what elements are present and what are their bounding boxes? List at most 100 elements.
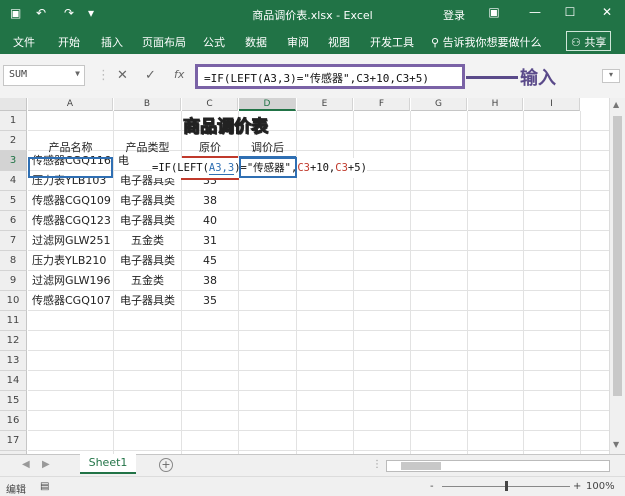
chevron-down-icon[interactable]: ▼	[75, 69, 80, 78]
cell-original-price[interactable]: 38	[182, 191, 238, 211]
zoom-slider-thumb[interactable]	[505, 481, 508, 491]
cell-product-type[interactable]: 电子器具类	[114, 291, 181, 311]
scroll-up-icon[interactable]: ▲	[613, 100, 619, 109]
maximize-icon[interactable]: ☐	[560, 5, 580, 19]
tab-page-layout[interactable]: 页面布局	[142, 34, 186, 50]
title-bar: ▣ ↶ ↷ ▾ 商品调价表.xlsx - Excel 登录 ▣ — ☐ ✕	[0, 0, 625, 28]
cell-original-price[interactable]: 31	[182, 231, 238, 251]
row-header-15[interactable]: 15	[0, 391, 27, 411]
cell-product-name[interactable]: 传感器CGQ123	[32, 211, 113, 231]
column-header-a[interactable]: A	[28, 98, 113, 111]
row-header-6[interactable]: 6	[0, 211, 27, 231]
column-header-i[interactable]: I	[524, 98, 580, 111]
callout-line	[466, 76, 518, 79]
prev-sheet-icon[interactable]: ◀	[22, 459, 30, 470]
column-header-e[interactable]: E	[297, 98, 353, 111]
cell-product-type[interactable]: 五金类	[114, 271, 181, 291]
scroll-down-icon[interactable]: ▼	[613, 440, 619, 449]
row-header-5[interactable]: 5	[0, 191, 27, 211]
cell-adjusted-price[interactable]	[239, 231, 296, 251]
cell-product-name[interactable]: 传感器CGQ109	[32, 191, 113, 211]
tab-formulas[interactable]: 公式	[203, 34, 225, 50]
vertical-scroll-thumb[interactable]	[613, 116, 622, 396]
cell-product-type[interactable]: 电子器具类	[114, 191, 181, 211]
row-header-13[interactable]: 13	[0, 351, 27, 371]
expand-formula-icon[interactable]: ▾	[602, 69, 620, 83]
cancel-icon[interactable]: ✕	[117, 68, 128, 83]
cell-product-name[interactable]: 压力表YLB210	[32, 251, 113, 271]
row-header-7[interactable]: 7	[0, 231, 27, 251]
name-box[interactable]: SUM ▼	[3, 65, 85, 86]
cell-adjusted-price[interactable]	[239, 271, 296, 291]
row-header-12[interactable]: 12	[0, 331, 27, 351]
horizontal-scrollbar[interactable]	[386, 460, 610, 472]
sheet-tab-sheet1[interactable]: Sheet1	[80, 454, 136, 474]
row-header-8[interactable]: 8	[0, 251, 27, 271]
cell-product-name[interactable]: 过滤网GLW196	[32, 271, 113, 291]
range-highlight-c3	[181, 178, 239, 180]
row-header-17[interactable]: 17	[0, 431, 27, 451]
horizontal-scroll-thumb[interactable]	[401, 462, 441, 470]
tell-me-box[interactable]: ⚲ 告诉我你想要做什么	[431, 34, 542, 50]
row-header-1[interactable]: 1	[0, 111, 27, 131]
column-header-b[interactable]: B	[114, 98, 181, 111]
enter-icon[interactable]: ✓	[145, 68, 156, 83]
share-button[interactable]: ⚇ 共享	[566, 31, 612, 51]
column-header-d[interactable]: D	[239, 98, 296, 111]
minimize-icon[interactable]: —	[525, 5, 545, 19]
tab-splitter-icon[interactable]: ⋮	[372, 459, 382, 470]
row-header-9[interactable]: 9	[0, 271, 27, 291]
zoom-level[interactable]: 100%	[586, 481, 615, 492]
tab-data[interactable]: 数据	[245, 34, 267, 50]
cell-adjusted-price[interactable]	[239, 191, 296, 211]
user-icon: ⚇	[571, 36, 585, 49]
column-header-f[interactable]: F	[354, 98, 410, 111]
cell-original-price[interactable]: 35	[182, 291, 238, 311]
row-header-11[interactable]: 11	[0, 311, 27, 331]
tab-file[interactable]: 文件	[13, 34, 35, 50]
row-header-14[interactable]: 14	[0, 371, 27, 391]
vertical-scrollbar[interactable]: ▲ ▼	[609, 98, 625, 454]
cell-original-price[interactable]: 38	[182, 271, 238, 291]
cell-product-name[interactable]: 传感器CGQ107	[32, 291, 113, 311]
cell-original-price[interactable]: 45	[182, 251, 238, 271]
cell-product-type[interactable]: 电子器具类	[114, 251, 181, 271]
formula-ref-c3-a: C3	[297, 162, 310, 174]
row-header-3[interactable]: 3	[0, 151, 27, 171]
column-header-g[interactable]: G	[411, 98, 467, 111]
select-all-corner[interactable]	[0, 98, 27, 111]
ribbon-display-icon[interactable]: ▣	[484, 5, 504, 19]
add-sheet-icon[interactable]: +	[159, 458, 173, 472]
row-header-2[interactable]: 2	[0, 131, 27, 151]
zoom-out-icon[interactable]: -	[430, 481, 434, 492]
tab-developer[interactable]: 开发工具	[370, 34, 414, 50]
login-link[interactable]: 登录	[443, 7, 465, 23]
cell-adjusted-price[interactable]	[239, 251, 296, 271]
cell-original-price[interactable]: 40	[182, 211, 238, 231]
cell-adjusted-price[interactable]	[239, 291, 296, 311]
fx-icon[interactable]: fx	[174, 68, 184, 81]
cell-product-type[interactable]: 五金类	[114, 231, 181, 251]
column-header-h[interactable]: H	[468, 98, 523, 111]
active-cell-d3[interactable]	[239, 157, 297, 178]
row-header-10[interactable]: 10	[0, 291, 27, 311]
cell-product-name[interactable]: 过滤网GLW251	[32, 231, 113, 251]
row-header-16[interactable]: 16	[0, 411, 27, 431]
tab-view[interactable]: 视图	[328, 34, 350, 50]
column-header-c[interactable]: C	[182, 98, 238, 111]
next-sheet-icon[interactable]: ▶	[42, 459, 50, 470]
tab-review[interactable]: 审阅	[287, 34, 309, 50]
tab-insert[interactable]: 插入	[101, 34, 123, 50]
cell-product-type[interactable]: 电子器具类	[114, 211, 181, 231]
cell-adjusted-price[interactable]	[239, 211, 296, 231]
macro-record-icon[interactable]: ▤	[40, 481, 49, 492]
tab-home[interactable]: 开始	[58, 34, 80, 50]
close-icon[interactable]: ✕	[597, 5, 617, 19]
row-header-4[interactable]: 4	[0, 171, 27, 191]
worksheet-grid[interactable]: ABCDEFGHI 123456789101112131415161718 商品…	[0, 98, 625, 454]
formula-if: =IF(	[152, 162, 178, 174]
lightbulb-icon: ⚲	[431, 36, 443, 49]
cell-product-type[interactable]: 电	[118, 151, 148, 171]
formula-input[interactable]: =IF(LEFT(A3,3)="传感器",C3+10,C3+5)	[195, 64, 465, 89]
zoom-in-icon[interactable]: +	[573, 481, 581, 492]
